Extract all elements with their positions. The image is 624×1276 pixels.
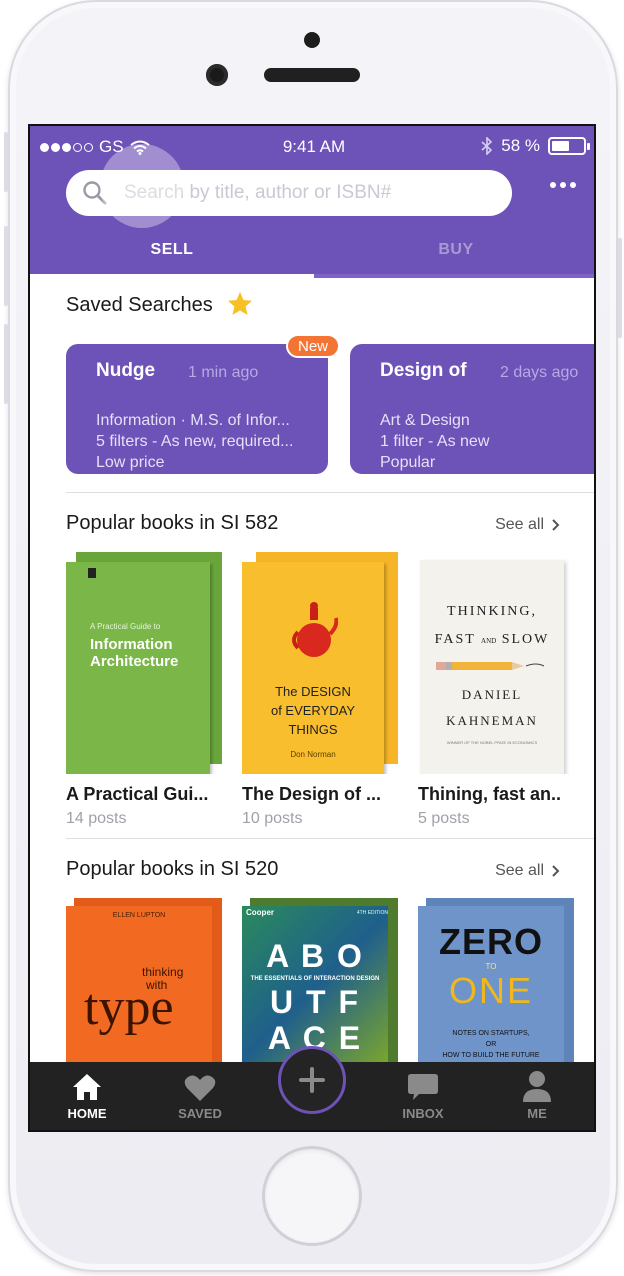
see-all-link-si582[interactable]: See all xyxy=(495,516,560,534)
cover-title-word: FAST xyxy=(434,632,476,647)
book-cover: Cooper 4TH EDITION A B O THE ESSENTIALS … xyxy=(242,898,398,1062)
new-badge: New xyxy=(286,334,340,358)
tab-sell[interactable]: SELL xyxy=(30,228,314,278)
nav-inbox[interactable]: INBOX xyxy=(368,1062,478,1130)
book-title: Thining, fast an.. xyxy=(418,784,561,804)
heart-icon xyxy=(184,1075,216,1101)
cover-title-line: The DESIGN xyxy=(275,684,351,699)
cover-title-big: ZERO xyxy=(438,921,543,962)
home-icon xyxy=(73,1074,101,1100)
cover-brand: Cooper xyxy=(246,908,274,917)
nav-label: HOME xyxy=(67,1106,107,1121)
saved-search-time: 1 min ago xyxy=(188,364,259,381)
book-cover: The DESIGN of EVERYDAY THINGS Don Norman xyxy=(242,552,398,774)
book-cover: THINKING, FAST AND SLOW DANIEL KAHNEMAN … xyxy=(418,552,574,774)
saved-search-time: 2 days ago xyxy=(500,364,579,381)
more-options-icon[interactable] xyxy=(550,182,576,188)
nav-home[interactable]: HOME xyxy=(32,1062,142,1130)
person-icon xyxy=(523,1071,551,1102)
saved-search-filters: 1 filter - As new xyxy=(380,433,490,450)
teapot-illustration xyxy=(292,602,338,657)
earpiece-speaker xyxy=(264,68,360,82)
cover-author: Don Norman xyxy=(290,750,336,759)
cover-subtitle: A Practical Guide to xyxy=(90,622,161,631)
cover-letters-row: A B O xyxy=(266,938,364,974)
plus-icon xyxy=(299,1067,325,1093)
nav-label: ME xyxy=(527,1106,547,1121)
saved-search-detail: Information · M.S. of Infor... xyxy=(96,412,290,429)
section-title-si582: Popular books in SI 582 xyxy=(66,512,279,534)
add-listing-button[interactable] xyxy=(278,1046,346,1114)
book-cover: ELLEN LUPTON thinking with type xyxy=(66,898,222,1062)
app-screen: GS 9:41 AM 58 % Search by title, author … xyxy=(28,124,596,1132)
section-title-si520: Popular books in SI 520 xyxy=(66,858,279,880)
cover-letters-row: U T F xyxy=(270,984,360,1020)
saved-search-title: Design of xyxy=(380,360,467,381)
saved-search-title: Nudge xyxy=(96,360,156,381)
cover-subtitle-line: OR xyxy=(485,1041,497,1048)
saved-search-card[interactable]: Design of 2 days ago Art & Design 1 filt… xyxy=(350,344,594,474)
chevron-right-icon xyxy=(552,519,560,531)
saved-search-sort: Low price xyxy=(96,454,165,471)
book-cover: A Practical Guide to Information Archite… xyxy=(66,552,222,774)
saved-searches-title: Saved Searches xyxy=(66,294,213,316)
front-camera xyxy=(206,64,228,86)
book-post-count: 10 posts xyxy=(242,810,303,827)
book-cover: ZERO TO ONE NOTES ON STARTUPS, OR HOW TO… xyxy=(418,898,574,1062)
see-all-label: See all xyxy=(495,516,544,533)
section-divider xyxy=(66,492,594,493)
cover-title: Information Architecture xyxy=(90,636,179,670)
cover-edition: 4TH EDITION xyxy=(356,910,388,916)
book-post-count: 14 posts xyxy=(66,810,127,827)
chat-icon xyxy=(408,1074,438,1100)
cover-author-line: DANIEL xyxy=(461,687,523,702)
power-button xyxy=(618,238,622,338)
see-all-link-si520[interactable]: See all xyxy=(495,862,560,880)
book-title: The Design of ... xyxy=(242,784,382,804)
nav-me[interactable]: ME xyxy=(482,1062,592,1130)
home-hardware-button[interactable] xyxy=(262,1146,362,1246)
cover-title-line: of EVERYDAY xyxy=(270,703,356,718)
book-title: A Practical Gui... xyxy=(66,784,209,804)
cover-title-line: THINKING, xyxy=(447,604,537,619)
nav-label: INBOX xyxy=(402,1106,444,1121)
cover-subtitle: THE ESSENTIALS OF INTERACTION DESIGN xyxy=(250,976,380,982)
saved-search-filters: 5 filters - As new, required... xyxy=(96,433,294,450)
star-icon xyxy=(228,292,252,315)
cover-award-note: WINNER OF THE NOBEL PRIZE IN ECONOMICS xyxy=(446,740,538,745)
section-divider xyxy=(66,838,594,839)
battery-percent: 58 % xyxy=(501,136,540,155)
cover-subtitle-line: HOW TO BUILD THE FUTURE xyxy=(442,1052,540,1059)
pencil-illustration xyxy=(436,662,545,670)
bluetooth-icon xyxy=(481,137,493,155)
volume-down-button xyxy=(4,324,8,404)
cover-title-line: THINGS xyxy=(288,722,338,737)
cover-subtitle-line: NOTES ON STARTUPS, xyxy=(452,1030,530,1037)
sell-buy-tabs: SELL BUY xyxy=(30,228,594,278)
saved-search-detail: Art & Design xyxy=(380,412,470,429)
cover-title-word: SLOW xyxy=(501,632,550,647)
nav-label: SAVED xyxy=(178,1106,222,1121)
battery-icon xyxy=(548,137,590,155)
tab-buy[interactable]: BUY xyxy=(314,228,594,278)
app-header: GS 9:41 AM 58 % Search by title, author … xyxy=(30,126,594,278)
cover-author: ELLEN LUPTON xyxy=(112,912,166,919)
cover-title-big: ONE xyxy=(448,970,533,1011)
touch-indicator xyxy=(100,144,184,228)
saved-search-card[interactable]: Nudge 1 min ago Information · M.S. of In… xyxy=(66,344,328,474)
see-all-label: See all xyxy=(495,862,544,879)
nav-saved[interactable]: SAVED xyxy=(145,1062,255,1130)
volume-up-button xyxy=(4,226,8,306)
book-post-count: 5 posts xyxy=(418,810,470,827)
saved-search-sort: Popular xyxy=(380,454,436,471)
cover-title-word: AND xyxy=(481,637,497,645)
proximity-sensor xyxy=(304,32,320,48)
cover-author-line: KAHNEMAN xyxy=(446,713,538,728)
chevron-right-icon xyxy=(552,865,560,877)
cover-title-big: type xyxy=(84,979,174,1036)
mute-switch xyxy=(4,132,8,192)
